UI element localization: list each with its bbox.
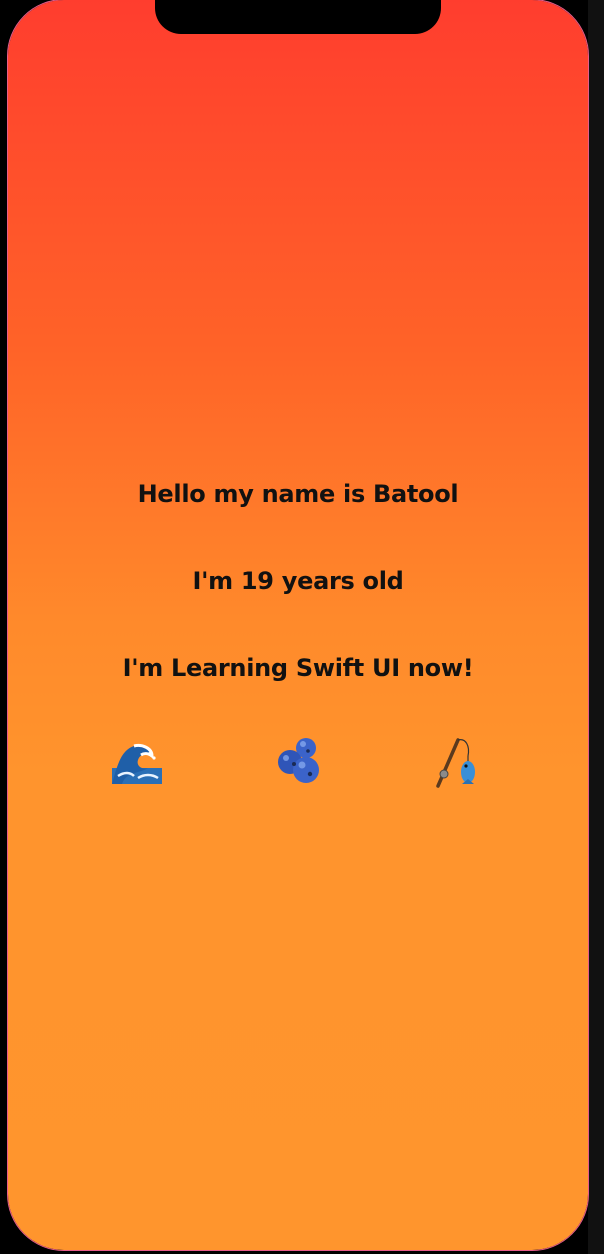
blueberries-icon (270, 732, 328, 790)
text-stack: Hello my name is Batool I'm 19 years old… (8, 472, 588, 733)
device-notch (155, 0, 441, 34)
greeting-text: Hello my name is Batool (137, 480, 459, 508)
wave-icon (108, 732, 166, 790)
phone-screen: Hello my name is Batool I'm 19 years old… (7, 0, 589, 1251)
fishing-pole-icon (428, 732, 486, 790)
age-text: I'm 19 years old (192, 567, 404, 595)
emoji-row (8, 730, 588, 790)
learning-text: I'm Learning Swift UI now! (122, 654, 474, 682)
device-side-rim (588, 0, 604, 1254)
